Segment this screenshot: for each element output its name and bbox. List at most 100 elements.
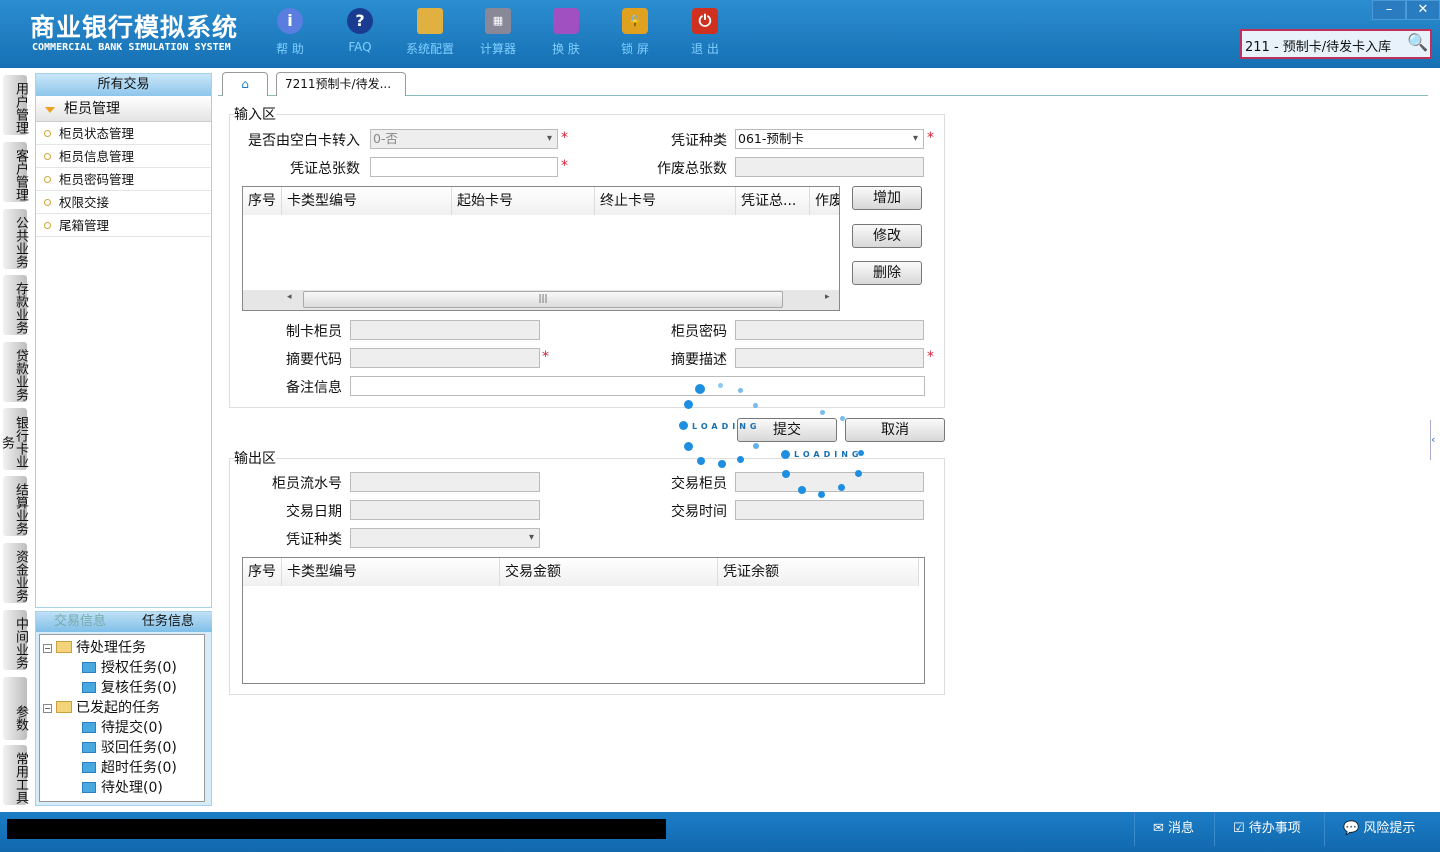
loading-spinner: LOADING LOADING: [670, 378, 880, 503]
calculator-button[interactable]: ▦ 计算器: [468, 8, 528, 57]
column-header[interactable]: 作废: [810, 187, 839, 215]
side-tab-funds[interactable]: 资金业务: [3, 543, 28, 603]
side-tab-deposit[interactable]: 存款业务: [3, 275, 28, 335]
info-icon: i: [277, 8, 303, 34]
side-tab-public[interactable]: 公共业务: [3, 209, 28, 269]
add-button[interactable]: 增加: [852, 186, 922, 210]
from-blank-value: 0-否: [373, 131, 398, 146]
folder-icon: [82, 762, 96, 773]
from-blank-select[interactable]: 0-否: [370, 129, 558, 149]
loading-dot: [684, 400, 693, 409]
side-tab-user[interactable]: 用户管理: [3, 75, 28, 135]
trade-time-label: 交易时间: [671, 504, 727, 520]
todo-label: 待办事项: [1248, 821, 1301, 836]
skin-button[interactable]: 换 肤: [536, 8, 596, 57]
skin-label: 换 肤: [552, 42, 580, 56]
close-button[interactable]: ✕: [1406, 0, 1440, 20]
column-header[interactable]: 卡类型编号: [282, 187, 452, 215]
scroll-thumb[interactable]: |||: [303, 291, 783, 308]
horizontal-scrollbar[interactable]: ◂ ||| ▸: [243, 290, 839, 310]
tree-leaf[interactable]: 超时任务(0): [82, 757, 177, 777]
home-tab[interactable]: ⌂: [222, 72, 268, 96]
task-tree: − 待处理任务 授权任务(0) 复核任务(0) − 已发起的任务 待提交(0) 驳回…: [39, 634, 205, 802]
app-subtitle: COMMERCIAL BANK SIMULATION SYSTEM: [32, 42, 231, 53]
teller-password-input[interactable]: [735, 320, 924, 340]
lock-button[interactable]: 🔒 锁 屏: [605, 8, 665, 57]
summary-desc-input[interactable]: [735, 348, 924, 368]
help-label: 帮 助: [276, 42, 304, 56]
tree-node[interactable]: − 已发起的任务: [43, 697, 160, 717]
faq-button[interactable]: ? FAQ: [330, 8, 390, 54]
tab-transaction-info[interactable]: 交易信息: [36, 612, 124, 632]
tree-leaf[interactable]: 待提交(0): [82, 717, 163, 737]
menu-item[interactable]: 柜员状态管理: [36, 122, 211, 145]
column-header[interactable]: 凭证总...: [736, 187, 810, 215]
tree-leaf[interactable]: 待处理(0): [82, 777, 163, 797]
app-title: 商业银行模拟系统: [30, 13, 239, 42]
maker-input[interactable]: [350, 320, 540, 340]
messages-button[interactable]: ✉ 消息: [1134, 812, 1214, 846]
menu-group-teller[interactable]: 柜员管理: [36, 96, 211, 122]
todo-button[interactable]: ☑ 待办事项: [1214, 812, 1324, 846]
column-header[interactable]: 起始卡号: [452, 187, 595, 215]
menu-item[interactable]: 尾箱管理: [36, 214, 211, 237]
minimize-button[interactable]: –: [1372, 0, 1406, 20]
output-voucher-type-select[interactable]: [350, 528, 540, 548]
side-tab-card[interactable]: 银行卡业务: [0, 408, 28, 470]
menu-header: 所有交易: [36, 74, 211, 96]
tab-active[interactable]: 7211预制卡/待发...: [276, 72, 406, 96]
column-header[interactable]: 卡类型编号: [282, 558, 500, 586]
tab-task-info[interactable]: 任务信息: [124, 612, 212, 632]
tree-leaf[interactable]: 驳回任务(0): [82, 737, 177, 757]
menu-item[interactable]: 柜员信息管理: [36, 145, 211, 168]
menu-item[interactable]: 柜员密码管理: [36, 168, 211, 191]
side-tab-settlement[interactable]: 结算业务: [3, 476, 28, 536]
column-header[interactable]: 序号: [243, 187, 282, 215]
scroll-right-icon[interactable]: ▸: [825, 292, 837, 302]
remark-label: 备注信息: [286, 380, 342, 396]
risk-button[interactable]: 💬 风险提示: [1324, 812, 1440, 846]
lock-icon: 🔒: [622, 8, 648, 34]
side-tab-params[interactable]: 参数: [3, 677, 28, 740]
menu-item[interactable]: 权限交接: [36, 191, 211, 214]
side-tab-customer[interactable]: 客户管理: [3, 142, 28, 202]
scroll-left-icon[interactable]: ◂: [287, 292, 303, 302]
tree-leaf[interactable]: 授权任务(0): [82, 657, 177, 677]
collapse-icon[interactable]: −: [43, 704, 52, 713]
delete-button[interactable]: 删除: [852, 261, 922, 285]
exit-button[interactable]: ⏻ 退 出: [675, 8, 735, 57]
loading-dot: [781, 450, 790, 459]
side-tab-intermediary[interactable]: 中间业务: [3, 610, 28, 670]
loading-dot: [753, 443, 759, 449]
question-icon: ?: [347, 8, 373, 34]
tree-node[interactable]: − 待处理任务: [43, 637, 146, 657]
total-count-label: 凭证总张数: [290, 161, 360, 177]
void-count-input[interactable]: [735, 157, 924, 177]
summary-code-input[interactable]: [350, 348, 540, 368]
collapse-right-panel-icon[interactable]: ‹: [1430, 420, 1440, 460]
column-header[interactable]: 交易金额: [500, 558, 718, 586]
shirt-icon: [553, 8, 579, 34]
column-header[interactable]: 终止卡号: [595, 187, 736, 215]
toolbox-icon: [417, 8, 443, 34]
side-tab-tools[interactable]: 常用工具: [3, 745, 28, 805]
voucher-type-value: 061-预制卡: [738, 131, 804, 146]
column-header[interactable]: 序号: [243, 558, 282, 586]
side-tab-loan[interactable]: 贷款业务: [3, 342, 28, 402]
collapse-icon[interactable]: −: [43, 644, 52, 653]
voucher-type-select[interactable]: 061-预制卡: [735, 129, 924, 149]
edit-button[interactable]: 修改: [852, 224, 922, 248]
help-button[interactable]: i 帮 助: [260, 8, 320, 57]
settings-button[interactable]: 系统配置: [400, 8, 460, 57]
power-icon: ⏻: [692, 8, 718, 34]
folder-icon: [82, 782, 96, 793]
input-legend: 输入区: [234, 107, 276, 123]
total-count-input[interactable]: [370, 157, 558, 177]
loading-dot: [697, 457, 705, 465]
tree-leaf[interactable]: 复核任务(0): [82, 677, 177, 697]
tree-label: 驳回任务(0): [101, 740, 177, 756]
search-input[interactable]: 211 - 预制卡/待发卡入库: [1240, 29, 1432, 59]
search-icon[interactable]: 🔍: [1407, 33, 1428, 53]
loading-dot: [695, 384, 705, 394]
column-header[interactable]: 凭证余额: [718, 558, 919, 586]
